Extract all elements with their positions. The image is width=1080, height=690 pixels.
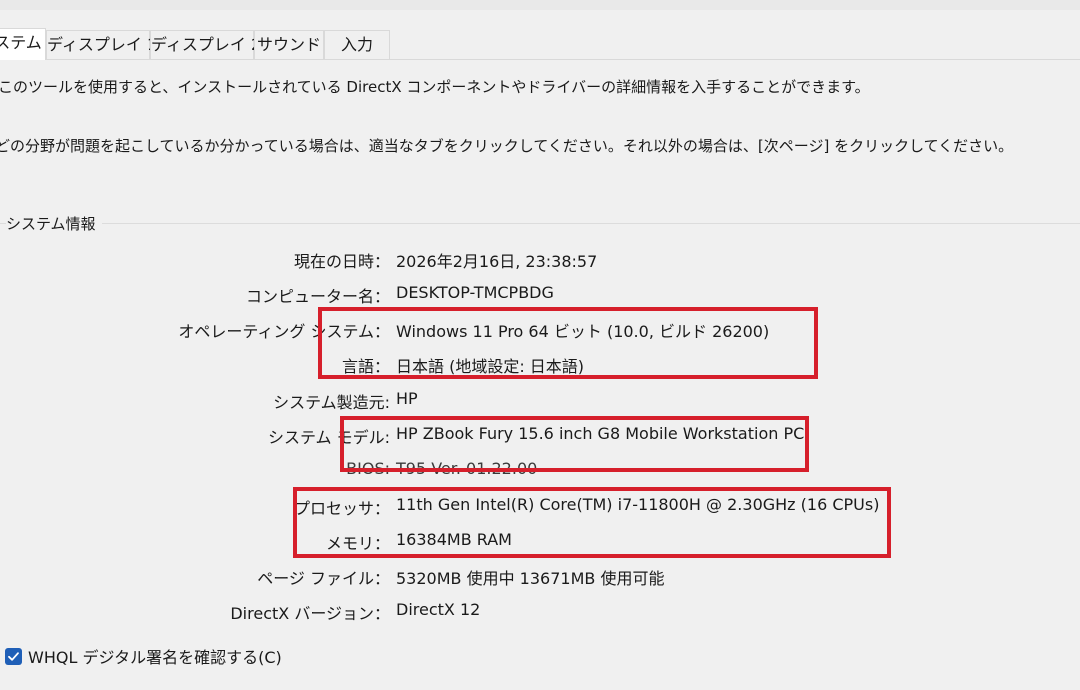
info-row-datetime: 現在の日時： 2026年2月16日, 23:38:57 [0,248,1080,272]
group-title-system-info: システム情報 [6,213,102,234]
info-row-computer-name: コンピューター名： DESKTOP-TMCPBDG [0,283,1080,307]
tab-input[interactable]: 入力 [324,30,390,59]
tab-input-label: 入力 [340,35,373,54]
info-value-datetime: 2026年2月16日, 23:38:57 [396,252,598,271]
info-label-os: オペレーティング システム： [178,322,390,341]
tab-baseline [0,59,1080,60]
tab-sound[interactable]: サウンド [254,30,324,59]
info-label-bios: BIOS: [346,459,390,478]
info-label-page-file: ページ ファイル： [257,569,390,588]
info-label-processor: プロセッサ： [293,499,390,518]
tab-system-label: ステム [0,33,42,52]
info-label-computer-name: コンピューター名： [245,287,390,306]
info-row-page-file: ページ ファイル： 5320MB 使用中 13671MB 使用可能 [0,565,1080,589]
info-value-model: HP ZBook Fury 15.6 inch G8 Mobile Workst… [396,424,805,443]
checkmark-icon [8,651,19,661]
info-value-directx-version: DirectX 12 [396,600,481,619]
intro-text-1: このツールを使用すると、インストールされている DirectX コンポーネントや… [0,78,870,96]
whql-checkbox[interactable] [5,647,22,665]
info-row-directx-version: DirectX バージョン： DirectX 12 [0,600,1080,624]
tab-display-2[interactable]: ディスプレイ 2 [150,30,261,59]
info-value-os: Windows 11 Pro 64 ビット (10.0, ビルド 26200) [396,322,770,341]
info-label-model: システム モデル: [268,428,390,447]
info-value-manufacturer: HP [396,389,418,408]
tab-bar: ステム ディスプレイ 1 ディスプレイ 2 サウンド 入力 [0,28,1080,60]
info-label-language: 言語： [341,357,390,376]
info-label-manufacturer: システム製造元: [273,393,390,412]
info-label-directx-version: DirectX バージョン： [230,604,390,623]
intro-text-2: どの分野が問題を起こしているか分かっている場合は、適当なタブをクリックしてくださ… [0,137,1014,155]
info-label-memory: メモリ： [325,534,390,553]
info-row-language: 言語： 日本語 (地域設定: 日本語) [0,353,1080,377]
info-row-bios: BIOS: T95 Ver. 01.22.00 [0,459,1080,483]
info-value-processor: 11th Gen Intel(R) Core(TM) i7-11800H @ 2… [396,495,880,514]
info-value-page-file: 5320MB 使用中 13671MB 使用可能 [396,569,665,588]
info-row-model: システム モデル: HP ZBook Fury 15.6 inch G8 Mob… [0,424,1080,448]
whql-check-row[interactable]: WHQL デジタル署名を確認する(C) [5,645,282,667]
info-row-memory: メモリ： 16384MB RAM [0,530,1080,554]
info-label-datetime: 現在の日時： [293,252,390,271]
info-value-bios: T95 Ver. 01.22.00 [396,459,538,478]
info-row-processor: プロセッサ： 11th Gen Intel(R) Core(TM) i7-118… [0,495,1080,519]
info-value-computer-name: DESKTOP-TMCPBDG [396,283,554,302]
info-row-manufacturer: システム製造元: HP [0,389,1080,413]
window-top-strip [0,0,1080,10]
info-row-os: オペレーティング システム： Windows 11 Pro 64 ビット (10… [0,318,1080,342]
info-value-memory: 16384MB RAM [396,530,512,549]
whql-label: WHQL デジタル署名を確認する(C) [28,648,282,667]
tab-display-1[interactable]: ディスプレイ 1 [46,30,157,59]
tab-display-2-label: ディスプレイ 2 [151,35,262,54]
group-divider [0,223,1080,224]
tab-display-1-label: ディスプレイ 1 [47,35,158,54]
tab-system[interactable]: ステム [0,28,46,60]
info-value-language: 日本語 (地域設定: 日本語) [396,357,585,376]
tab-sound-label: サウンド [256,35,321,54]
